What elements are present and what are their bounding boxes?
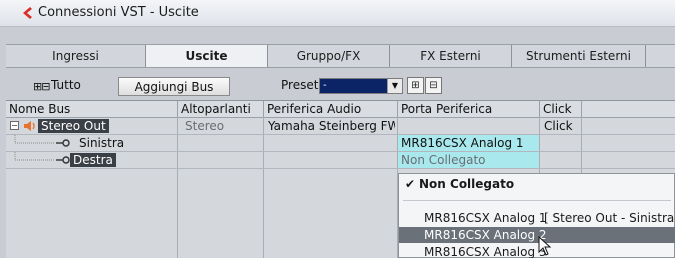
click-cell[interactable]: Click bbox=[541, 118, 581, 134]
device-port-cell[interactable] bbox=[398, 118, 538, 134]
table-header: Nome Bus Altoparlanti Periferica Audio P… bbox=[6, 101, 675, 118]
expand-collapse-icon[interactable]: ⊞⊟ bbox=[33, 80, 50, 93]
port-dropdown-menu: ✔ Non Collegato MR816CSX Analog 1 [ Ster… bbox=[398, 173, 675, 258]
column-header-audio-device[interactable]: Periferica Audio bbox=[264, 101, 398, 117]
menu-item-analog-3[interactable]: MR816CSX Analog 3 bbox=[399, 244, 675, 258]
port-value: Non Collegato bbox=[398, 152, 539, 168]
preset-label: Preset bbox=[281, 78, 319, 92]
menu-item-label: MR816CSX Analog 1 bbox=[424, 211, 547, 225]
device-port-cell[interactable]: Non Collegato bbox=[398, 152, 539, 168]
mouse-cursor-icon bbox=[538, 236, 552, 256]
store-preset-icon[interactable]: ⊞ bbox=[407, 77, 424, 94]
tab-fx-esterni[interactable]: FX Esterni bbox=[390, 45, 512, 67]
column-header-click[interactable]: Click bbox=[540, 101, 582, 117]
bus-name-cell[interactable]: Destra bbox=[70, 152, 176, 168]
menu-item-label: MR816CSX Analog 3 bbox=[424, 245, 547, 258]
all-label: Tutto bbox=[51, 78, 81, 92]
checkmark-icon: ✔ bbox=[405, 177, 416, 191]
menu-item-label: Non Collegato bbox=[419, 177, 515, 191]
device-port-cell[interactable]: MR816CSX Analog 1 bbox=[398, 135, 539, 151]
audio-device-cell[interactable]: Yamaha Steinberg FW AS bbox=[265, 118, 395, 134]
window-title: Connessioni VST - Uscite bbox=[38, 5, 199, 20]
remove-preset-icon[interactable]: ⊟ bbox=[425, 77, 442, 94]
speakers-cell: Stereo bbox=[185, 119, 225, 133]
port-value: MR816CSX Analog 1 bbox=[398, 135, 539, 151]
title-bar[interactable]: Connessioni VST - Uscite bbox=[0, 0, 675, 27]
tree-connector bbox=[14, 152, 70, 164]
tab-strumenti-esterni[interactable]: Strumenti Esterni bbox=[512, 45, 646, 67]
bus-name-stereo-out: Stereo Out bbox=[38, 119, 109, 133]
tree-connector bbox=[14, 135, 70, 147]
tab-bar: Ingressi Uscite Gruppo/FX FX Esterni Str… bbox=[6, 44, 675, 68]
bus-name-destra: Destra bbox=[70, 153, 116, 167]
chevron-down-icon: ▼ bbox=[387, 79, 402, 93]
column-header-device-port[interactable]: Porta Periferica bbox=[398, 101, 540, 117]
menu-item-non-collegato[interactable]: ✔ Non Collegato bbox=[399, 176, 675, 192]
collapse-icon[interactable]: − bbox=[10, 121, 19, 130]
table-row[interactable]: Destra Non Collegato bbox=[6, 152, 675, 169]
column-header-bus-name[interactable]: Nome Bus bbox=[6, 101, 178, 117]
preset-value: - bbox=[320, 79, 387, 93]
add-bus-button[interactable]: Aggiungi Bus bbox=[118, 77, 230, 96]
table-row[interactable]: − Stereo Out Stereo Yamaha Steinberg FW … bbox=[6, 118, 675, 135]
menu-item-label: MR816CSX Analog 2 bbox=[424, 228, 547, 242]
tab-gruppo-fx[interactable]: Gruppo/FX bbox=[268, 45, 390, 67]
toolbar: ⊞⊟ Tutto Aggiungi Bus Preset - ▼ ⊞ ⊟ bbox=[6, 69, 675, 98]
speaker-icon bbox=[24, 121, 35, 131]
preset-select[interactable]: - ▼ bbox=[319, 78, 403, 94]
menu-item-note: [ Stereo Out - Sinistra ] bbox=[544, 211, 675, 225]
tab-uscite[interactable]: Uscite bbox=[146, 45, 268, 67]
bus-name-cell[interactable]: Stereo Out bbox=[38, 118, 176, 134]
table-row[interactable]: Sinistra MR816CSX Analog 1 bbox=[6, 135, 675, 152]
tab-ingressi[interactable]: Ingressi bbox=[6, 45, 146, 67]
menu-item-analog-1[interactable]: MR816CSX Analog 1 [ Stereo Out - Sinistr… bbox=[399, 210, 675, 226]
menu-separator bbox=[403, 200, 671, 201]
column-header-speakers[interactable]: Altoparlanti bbox=[178, 101, 264, 117]
menu-item-analog-2[interactable]: MR816CSX Analog 2 bbox=[399, 227, 675, 243]
vst-connections-window: Connessioni VST - Uscite Ingressi Uscite… bbox=[0, 0, 675, 258]
cubase-logo-icon bbox=[23, 7, 32, 19]
bus-name-cell[interactable]: Sinistra bbox=[76, 135, 176, 151]
